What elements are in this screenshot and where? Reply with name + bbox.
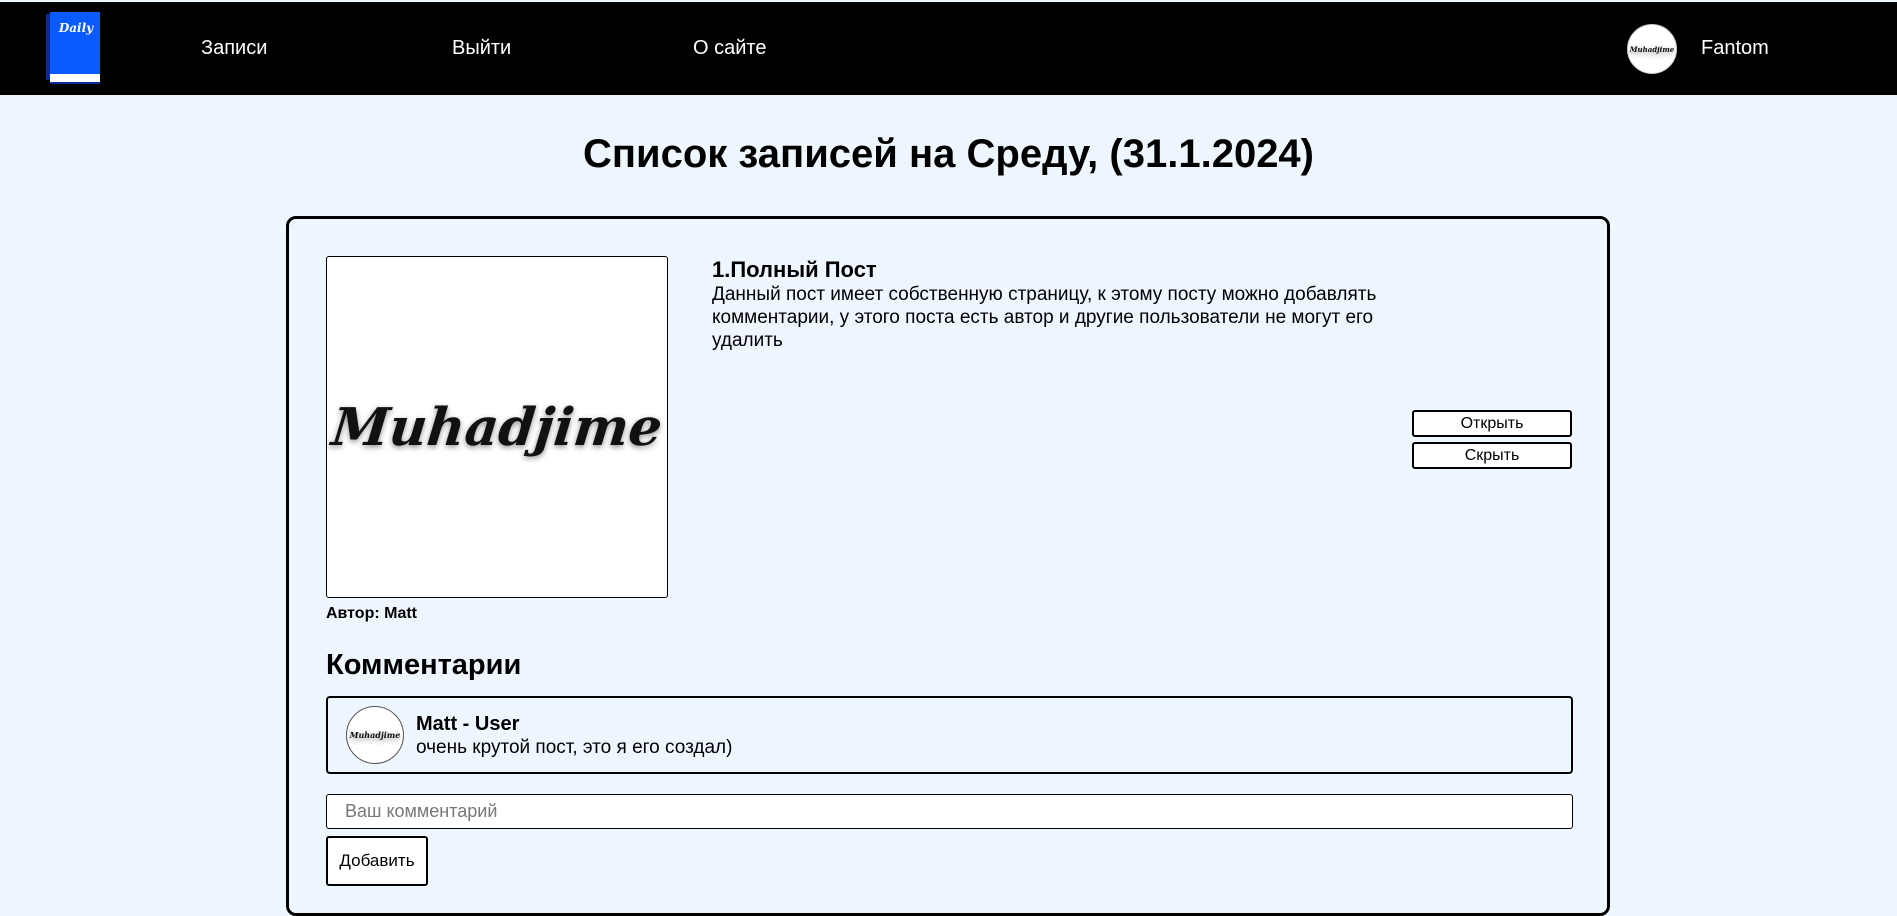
- open-post-button[interactable]: Открыть: [1412, 410, 1572, 437]
- diary-book-icon[interactable]: Daily: [46, 12, 102, 84]
- nav-link-about[interactable]: О сайте: [693, 36, 766, 60]
- comment-avatar-logo-text: Muhadjime: [349, 730, 401, 740]
- page-title: Список записей на Среду, (31.1.2024): [582, 132, 1314, 176]
- user-avatar[interactable]: Muhadjime: [1627, 24, 1677, 74]
- nav-link-logout[interactable]: Выйти: [452, 36, 511, 60]
- nav-link-records[interactable]: Записи: [201, 36, 267, 60]
- logo-text: Daily: [58, 21, 94, 35]
- post-image: Muhadjime: [326, 256, 668, 598]
- comment-input[interactable]: [326, 794, 1573, 829]
- comments-heading: Комментарии: [326, 649, 522, 681]
- post-title: 1.Полный Пост: [712, 257, 877, 282]
- post-description: Данный пост имеет собственную страницу, …: [712, 284, 1377, 351]
- top-navigation-bar: Daily Записи Выйти О сайте Muhadjime Fan…: [0, 2, 1897, 95]
- comment-author: Matt - User: [416, 713, 520, 735]
- hide-post-button[interactable]: Скрыть: [1412, 442, 1572, 469]
- post-author: Автор: Matt: [326, 605, 418, 622]
- user-name[interactable]: Fantom: [1701, 36, 1769, 60]
- post-image-logo-text: Muhadjime: [328, 396, 666, 458]
- avatar-logo-text: Muhadjime: [1629, 44, 1675, 54]
- comment-avatar: Muhadjime: [346, 706, 404, 764]
- comment-item: Muhadjime Matt - User очень крутой пост,…: [326, 696, 1573, 774]
- comment-text: очень крутой пост, это я его создал): [416, 737, 733, 758]
- add-comment-button[interactable]: Добавить: [326, 836, 428, 886]
